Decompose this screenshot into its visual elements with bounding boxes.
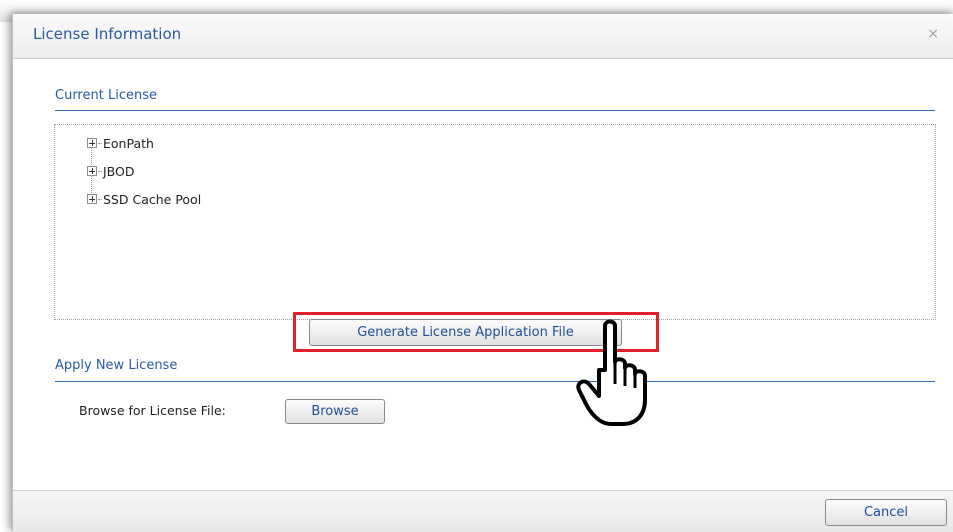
current-license-divider bbox=[55, 110, 935, 111]
apply-new-license-divider bbox=[55, 381, 935, 382]
close-icon[interactable]: × bbox=[927, 26, 939, 42]
tree-branch-line bbox=[98, 142, 102, 144]
plus-expand-icon[interactable] bbox=[87, 166, 97, 176]
license-information-dialog: License Information × Current License Eo… bbox=[12, 14, 953, 532]
hand-pointer-icon bbox=[576, 319, 647, 426]
tree-branch-line bbox=[98, 170, 102, 172]
apply-new-license-title: Apply New License bbox=[55, 358, 178, 373]
tree-item-label: SSD Cache Pool bbox=[103, 191, 202, 207]
tree-item-label: EonPath bbox=[103, 135, 154, 151]
cancel-button[interactable]: Cancel bbox=[825, 499, 947, 526]
dialog-titlebar: License Information × bbox=[13, 14, 953, 59]
tree-item-eonpath[interactable]: EonPath bbox=[87, 134, 154, 152]
current-license-title: Current License bbox=[55, 88, 157, 103]
tree-item-jbod[interactable]: JBOD bbox=[87, 162, 135, 180]
browse-for-license-file-label: Browse for License File: bbox=[79, 403, 226, 418]
tree-item-ssd-cache-pool[interactable]: SSD Cache Pool bbox=[87, 190, 201, 208]
license-tree: EonPath JBOD SSD Cache Pool bbox=[54, 124, 936, 320]
tree-item-label: JBOD bbox=[103, 163, 135, 179]
plus-expand-icon[interactable] bbox=[87, 138, 97, 148]
tree-branch-line bbox=[98, 198, 102, 200]
plus-expand-icon[interactable] bbox=[87, 194, 97, 204]
browse-button[interactable]: Browse bbox=[285, 399, 385, 424]
dialog-footer: Cancel bbox=[13, 490, 953, 532]
dialog-title: License Information bbox=[33, 25, 182, 43]
